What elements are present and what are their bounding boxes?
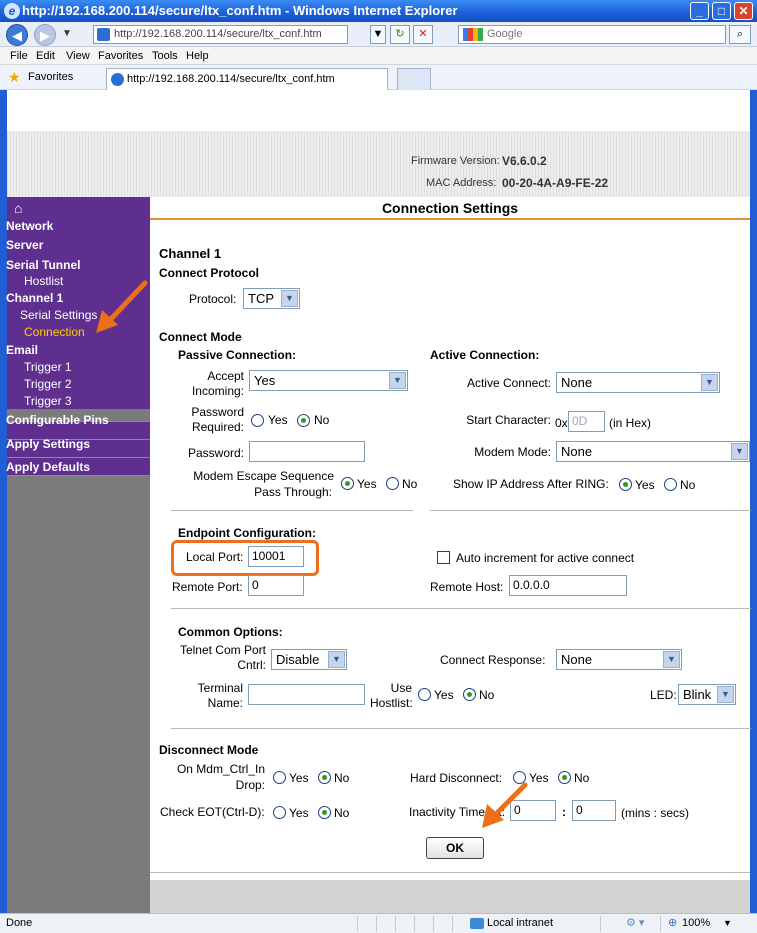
zoom-icon[interactable]: ⊕: [668, 914, 677, 933]
status-cell: [452, 916, 453, 932]
status-cell: [357, 916, 358, 932]
status-cell: [660, 916, 661, 932]
status-cell: [433, 916, 434, 932]
zone-text: Local intranet: [487, 917, 554, 929]
arrow-to-connection-icon: [96, 280, 148, 333]
intranet-icon: [470, 918, 484, 929]
zoom-dropdown-icon[interactable]: ▼: [723, 914, 732, 933]
arrow-to-ok-icon: [482, 782, 528, 828]
status-cell: [376, 916, 377, 932]
status-bar: Done Local intranet ⚙ ▾ ⊕ 100% ▼: [0, 913, 757, 933]
zoom-level[interactable]: 100%: [682, 914, 710, 933]
status-cell: [600, 916, 601, 932]
protected-mode-icon[interactable]: ⚙ ▾: [626, 914, 644, 933]
status-text: Done: [6, 917, 33, 929]
status-cell: [414, 916, 415, 932]
annotation-arrows: [96, 280, 528, 828]
status-cell: [395, 916, 396, 932]
